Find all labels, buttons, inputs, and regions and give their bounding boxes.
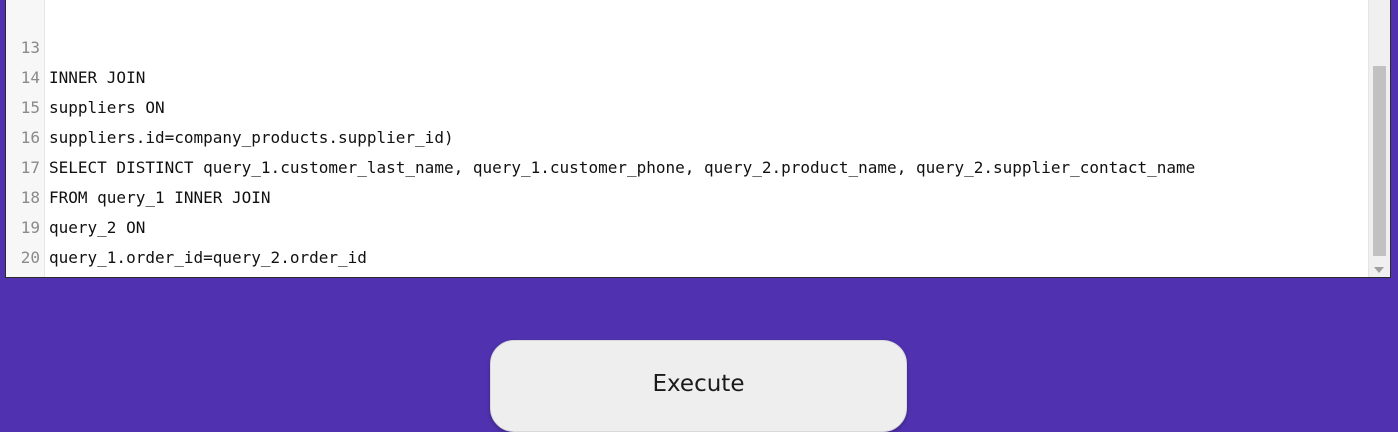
line-number: 21 <box>6 273 40 277</box>
sql-editor[interactable]: 13 INNER JOIN 14 suppliers ON 15 supplie… <box>5 0 1391 278</box>
code-line[interactable]: 21 <box>6 243 1368 273</box>
execute-button[interactable]: Execute <box>490 340 907 432</box>
vertical-scrollbar[interactable] <box>1368 0 1390 277</box>
code-line[interactable]: 18 query_2 ON <box>6 153 1368 237</box>
scroll-down-arrow-icon[interactable] <box>1374 267 1384 273</box>
scrollbar-thumb[interactable] <box>1373 66 1386 256</box>
code-line[interactable]: 13 INNER JOIN <box>6 3 1368 87</box>
execute-button-label: Execute <box>652 371 745 397</box>
code-line[interactable]: 20 <box>6 213 1368 267</box>
code-line[interactable]: 14 suppliers ON <box>6 33 1368 117</box>
code-lines: 13 INNER JOIN 14 suppliers ON 15 supplie… <box>6 3 1368 273</box>
code-line[interactable]: 19 query_1.order_id=query_2.order_id <box>6 183 1368 267</box>
page: 13 INNER JOIN 14 suppliers ON 15 supplie… <box>0 0 1398 432</box>
code-line[interactable]: 17 FROM query_1 INNER JOIN <box>6 123 1368 207</box>
code-line[interactable]: 15 suppliers.id=company_products.supplie… <box>6 63 1368 147</box>
code-line[interactable]: 16 SELECT DISTINCT query_1.customer_last… <box>6 93 1368 177</box>
